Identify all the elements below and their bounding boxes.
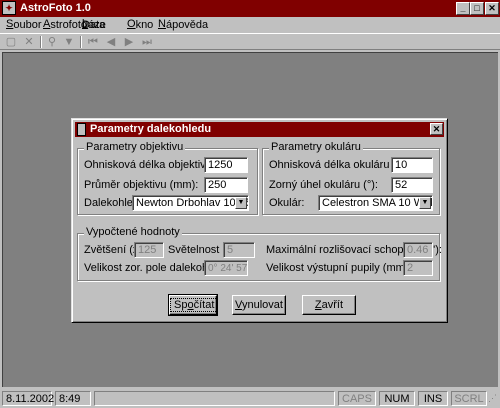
compute-button[interactable]: Spočítat <box>168 294 219 316</box>
status-message <box>94 391 335 406</box>
toolbar-separator <box>80 36 82 48</box>
status-num: NUM <box>379 391 415 406</box>
close-dialog-button-label: Zavřít <box>314 299 344 311</box>
status-caps: CAPS <box>338 391 376 406</box>
last-record-icon[interactable]: ⏭ <box>140 35 154 49</box>
eyepiece-select[interactable]: Celestron SMA 10 Wide ang ▼ <box>318 195 433 211</box>
menu-databaze[interactable]: Data b áze <box>82 18 106 31</box>
close-dialog-button[interactable]: Zavřít <box>302 295 356 315</box>
toolbar: ▢ ✕ ⚲ ▼ ⏮ ◀ ▶ ⏭ <box>0 33 500 50</box>
fov-field: 0° 24' 57'' <box>204 260 248 276</box>
dialog-title-bar: Parametry dalekohledu ✕ <box>75 122 444 137</box>
menu-astrofoto[interactable]: Astrofoto <box>43 18 87 31</box>
reset-button-label: Vynulovat <box>235 299 283 311</box>
objective-diameter-input[interactable]: 250 <box>204 177 248 193</box>
find-binoculars-icon[interactable]: ⚲ <box>45 35 59 49</box>
first-record-icon[interactable]: ⏮ <box>86 35 100 49</box>
maximize-button[interactable]: □ <box>470 2 484 15</box>
compute-button-label: Spočítat <box>170 298 219 312</box>
minimize-button[interactable]: _ <box>456 2 470 15</box>
eyepiece-select-value: Celestron SMA 10 Wide ang <box>322 197 432 209</box>
eyepiece-label: Okulár: <box>269 197 305 209</box>
eyepiece-group-label: Parametry okuláru <box>269 141 363 153</box>
close-button[interactable]: ✕ <box>485 2 499 15</box>
reset-button[interactable]: Vynulovat <box>232 295 286 315</box>
objective-focal-input[interactable]: 1250 <box>204 157 248 173</box>
telescope-icon <box>77 123 86 136</box>
app-icon[interactable]: ✦ <box>2 1 16 15</box>
resolution-field: 0.46 <box>403 242 433 258</box>
status-time: 8:49 <box>55 391 91 406</box>
delete-record-icon[interactable]: ✕ <box>22 35 36 49</box>
next-record-icon[interactable]: ▶ <box>122 35 136 49</box>
objective-group-label: Parametry objektivu <box>84 141 186 153</box>
app-title: AstroFoto 1.0 <box>20 2 91 14</box>
prev-record-icon[interactable]: ◀ <box>104 35 118 49</box>
fratio-field: 5 <box>223 242 255 258</box>
telescope-select[interactable]: Newton Drbohlav 10"/f5 ▼ <box>132 195 249 211</box>
status-bar: 8.11.2002 8:49 CAPS NUM INS SCRL ⋰ <box>0 389 500 408</box>
menu-soubor[interactable]: Soubor <box>6 18 41 31</box>
status-scrl: SCRL <box>451 391 487 406</box>
telescope-parameters-dialog: Parametry dalekohledu ✕ Parametry objekt… <box>71 118 448 323</box>
eyepiece-angle-label: Zorný úhel okuláru (°): <box>269 179 378 191</box>
menu-okno[interactable]: Okno <box>127 18 153 31</box>
resize-grip-icon[interactable]: ⋰ <box>488 393 499 406</box>
dialog-close-button[interactable]: ✕ <box>430 123 443 135</box>
status-ins: INS <box>418 391 448 406</box>
magnification-field: 125 <box>134 242 164 258</box>
eyepiece-angle-input[interactable]: 52 <box>391 177 433 193</box>
objective-diameter-label: Průměr objektivu (mm): <box>84 179 199 191</box>
pupil-field: 2 <box>403 260 433 276</box>
toolbar-separator <box>40 36 42 48</box>
pupil-label: Velikost výstupní pupily (mm): <box>266 262 412 274</box>
menu-napoveda[interactable]: Nápověda <box>158 18 208 31</box>
telescope-select-value: Newton Drbohlav 10"/f5 <box>136 197 249 209</box>
dialog-title: Parametry dalekohledu <box>90 123 212 135</box>
menu-bar: Soubor Astrofoto Data b áze Okno Nápověda <box>0 17 500 33</box>
filter-icon[interactable]: ▼ <box>62 35 76 49</box>
chevron-down-icon[interactable]: ▼ <box>419 197 431 209</box>
computed-group-label: Vypočtené hodnoty <box>84 226 182 238</box>
new-record-icon[interactable]: ▢ <box>4 35 18 49</box>
status-date: 8.11.2002 <box>2 391 54 406</box>
app-title-bar: ✦ AstroFoto 1.0 _ □ ✕ <box>0 0 500 17</box>
eyepiece-focal-input[interactable]: 10 <box>391 157 433 173</box>
chevron-down-icon[interactable]: ▼ <box>235 197 247 209</box>
